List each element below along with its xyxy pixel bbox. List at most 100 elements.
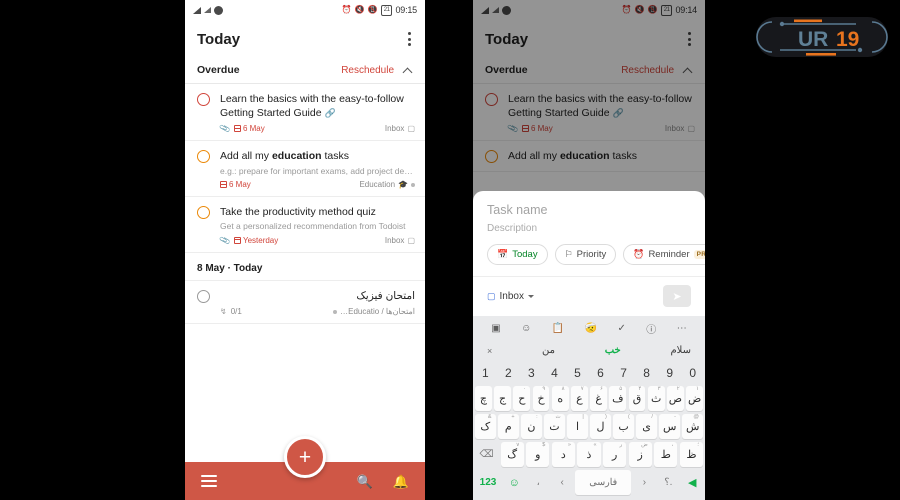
key-zah[interactable]: ؛ ظ: [679, 442, 703, 467]
key-sad[interactable]: ۲ص: [667, 386, 684, 411]
due-date-chip[interactable]: 📅 Today: [487, 244, 548, 265]
key-4[interactable]: 4: [544, 362, 565, 383]
task-name-input[interactable]: Task name: [473, 191, 705, 219]
sticker-icon[interactable]: ☺: [521, 323, 531, 334]
key-kaf[interactable]: & ک: [475, 414, 496, 439]
search-icon[interactable]: 🔍: [357, 475, 373, 488]
key-heh[interactable]: ۰ح: [513, 386, 531, 411]
key-sin[interactable]: -س: [659, 414, 680, 439]
key-7[interactable]: 7: [613, 362, 634, 383]
quick-add-task-sheet: Task name Description 📅 Today ⚐ Priority…: [473, 191, 705, 500]
emoji-icon[interactable]: ☺: [504, 470, 525, 495]
key-mim[interactable]: + م: [498, 414, 519, 439]
key-ghaf[interactable]: ۴ق: [628, 386, 646, 411]
task-project[interactable]: امتحان‌ها / Educatio…: [333, 307, 415, 316]
more-icon[interactable]: ⋯: [677, 323, 687, 334]
cursor-left-icon[interactable]: ‹: [551, 470, 572, 495]
key-8[interactable]: 8: [636, 362, 657, 383]
project-selector[interactable]: ▢ Inbox: [487, 291, 534, 302]
task-checkbox[interactable]: [197, 289, 210, 303]
key-dal[interactable]: » د: [551, 442, 575, 467]
key-5[interactable]: 5: [567, 362, 588, 383]
handwriting-icon[interactable]: ✓: [617, 323, 625, 334]
key-0[interactable]: 0: [682, 362, 703, 383]
key-1[interactable]: 1: [475, 362, 496, 383]
key-9[interactable]: 9: [659, 362, 680, 383]
table-row[interactable]: Learn the basics with the easy-to-follow…: [473, 84, 705, 142]
submit-task-button[interactable]: ➤: [663, 285, 691, 307]
suggestion-word[interactable]: سلام: [670, 345, 691, 356]
task-project[interactable]: Inbox ▢: [665, 124, 695, 133]
key-yeh[interactable]: / ی: [636, 414, 657, 439]
key-gaf[interactable]: ∨ گ: [500, 442, 524, 467]
gif-icon[interactable]: ▣: [491, 323, 500, 334]
cursor-right-icon[interactable]: ›: [634, 470, 655, 495]
key-lam[interactable]: ) ل: [590, 414, 611, 439]
task-due-date[interactable]: 6 May: [220, 180, 251, 189]
numeric-switch-key[interactable]: 123: [475, 470, 501, 495]
space-key[interactable]: فارسی: [575, 470, 632, 495]
hamburger-icon[interactable]: [201, 475, 217, 487]
task-project[interactable]: Inbox ▢: [385, 124, 415, 133]
key-theh[interactable]: ۳ث: [647, 386, 665, 411]
key-tah[interactable]: ، ط: [654, 442, 678, 467]
key-zeh[interactable]: ضز: [628, 442, 652, 467]
reminder-chip[interactable]: ⏰ Reminder PRO: [623, 244, 705, 265]
task-due-date[interactable]: Yesterday: [233, 236, 278, 245]
task-project[interactable]: Education 🎓: [359, 180, 415, 189]
chevron-up-icon[interactable]: [684, 66, 693, 75]
key-2[interactable]: 2: [498, 362, 519, 383]
key-vav[interactable]: $ و: [526, 442, 550, 467]
key-jim[interactable]: ج: [494, 386, 511, 411]
table-row[interactable]: Add all my education tasks e.g.: prepare…: [185, 141, 425, 198]
key-kheh[interactable]: ۹خ: [532, 386, 550, 411]
priority-chip[interactable]: ⚐ Priority: [554, 244, 617, 265]
key-teh[interactable]: ثت: [544, 414, 565, 439]
translate-icon[interactable]: 🤕: [585, 323, 597, 334]
table-row[interactable]: Take the productivity method quiz Get a …: [185, 197, 425, 253]
send-arrow-icon[interactable]: ◀: [682, 470, 703, 495]
key-ghain[interactable]: ۶غ: [590, 386, 607, 411]
key-comma[interactable]: ،: [527, 470, 548, 495]
reschedule-button[interactable]: Reschedule: [341, 65, 394, 76]
key-he[interactable]: ۸ه: [551, 386, 569, 411]
task-due-date[interactable]: 6 May: [233, 124, 265, 133]
suggestion-word-selected[interactable]: خب: [605, 345, 621, 356]
key-6[interactable]: 6: [590, 362, 611, 383]
key-beh[interactable]: (ب: [613, 414, 634, 439]
clipboard-icon[interactable]: 📋: [552, 323, 564, 334]
reschedule-button[interactable]: Reschedule: [621, 65, 674, 76]
bell-icon[interactable]: 🔔: [393, 475, 409, 488]
backspace-icon[interactable]: ⌫: [475, 442, 498, 467]
task-project[interactable]: Inbox ▢: [385, 236, 415, 245]
key-feh[interactable]: ۵ف: [609, 386, 627, 411]
task-checkbox[interactable]: [485, 150, 498, 164]
key-alef[interactable]: | ا: [567, 414, 588, 439]
key-cheh[interactable]: چ: [475, 386, 492, 411]
task-due-date[interactable]: 6 May: [521, 124, 553, 133]
table-row[interactable]: امتحان فیزیک ↯ 0/1 امتحان‌ها / Educatio…: [185, 280, 425, 325]
task-checkbox[interactable]: [197, 93, 210, 106]
key-shin[interactable]: @ ش: [682, 414, 703, 439]
chevron-up-icon[interactable]: [404, 66, 413, 75]
task-checkbox[interactable]: [197, 150, 210, 164]
add-task-button[interactable]: +: [284, 436, 326, 478]
task-checkbox[interactable]: [197, 206, 210, 220]
table-row[interactable]: Learn the basics with the easy-to-follow…: [185, 84, 425, 142]
key-3[interactable]: 3: [521, 362, 542, 383]
calendar-icon: [233, 236, 241, 244]
table-row[interactable]: Add all my education tasks: [473, 141, 705, 172]
key-ain[interactable]: ۷ع: [571, 386, 588, 411]
overflow-menu-icon[interactable]: [406, 28, 413, 50]
key-nun[interactable]: :ن: [521, 414, 542, 439]
key-period[interactable]: ؟.: [658, 470, 679, 495]
overflow-menu-icon[interactable]: [686, 28, 693, 50]
key-zal[interactable]: «ذ: [577, 442, 601, 467]
key-zad[interactable]: ۱ض: [686, 386, 703, 411]
task-checkbox[interactable]: [485, 93, 498, 106]
info-icon[interactable]: ⓘ: [646, 321, 656, 336]
key-reh[interactable]: رر: [603, 442, 627, 467]
suggestion-word[interactable]: من: [542, 345, 555, 356]
close-icon[interactable]: ×: [487, 346, 492, 356]
task-description-input[interactable]: Description: [473, 219, 705, 244]
